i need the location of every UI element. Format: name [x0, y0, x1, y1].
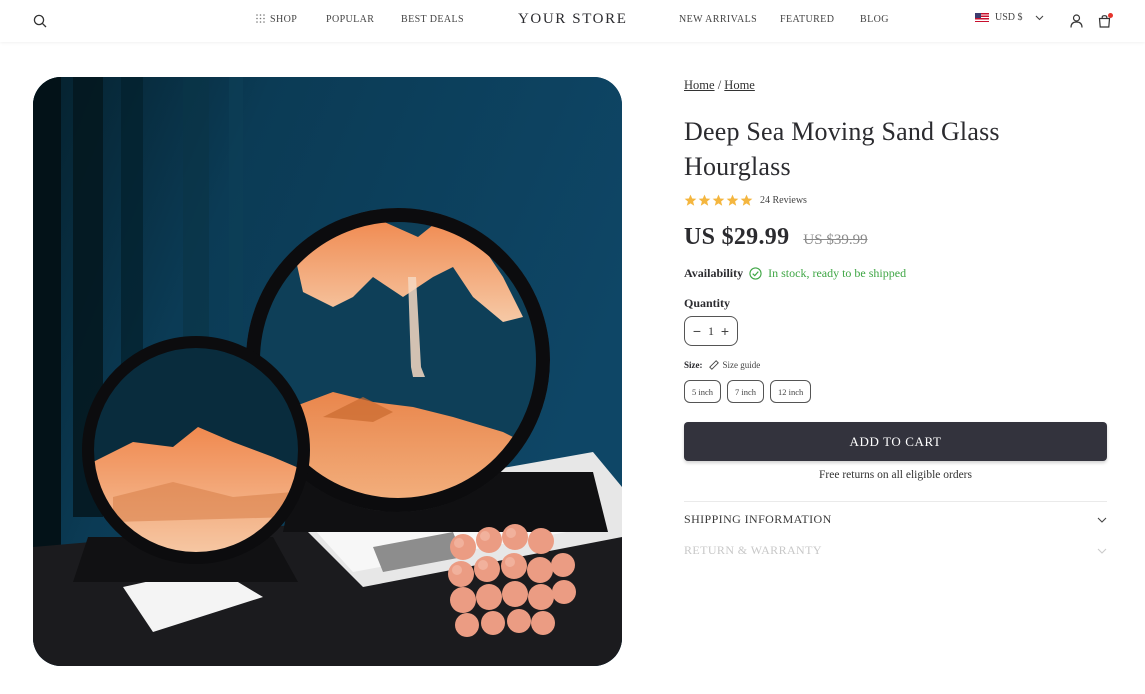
nav-blog[interactable]: BLOG: [860, 14, 889, 25]
star-icon: [684, 194, 697, 206]
reviews-link[interactable]: 24 Reviews: [760, 195, 807, 206]
star-icon: [740, 194, 753, 206]
divider: [684, 501, 1107, 502]
accordion-shipping-label: SHIPPING INFORMATION: [684, 512, 832, 526]
currency-selector[interactable]: USD $: [975, 12, 1044, 23]
size-guide-link[interactable]: Size guide: [708, 360, 761, 370]
ruler-icon: [708, 360, 719, 370]
breadcrumb: Home / Home: [684, 78, 755, 93]
nav-best-deals[interactable]: BEST DEALS: [401, 14, 464, 25]
product-image[interactable]: [33, 77, 622, 666]
add-to-cart-button[interactable]: ADD TO CART: [684, 422, 1107, 461]
nav-popular[interactable]: POPULAR: [326, 14, 374, 25]
chevron-down-icon: [1097, 548, 1107, 554]
site-header: SHOP POPULAR BEST DEALS YOUR STORE NEW A…: [0, 0, 1145, 42]
size-option-12-inch[interactable]: 12 inch: [770, 380, 812, 403]
store-logo[interactable]: YOUR STORE: [518, 11, 628, 28]
product-title: Deep Sea Moving Sand Glass Hourglass: [684, 117, 1000, 181]
chevron-down-icon: [1035, 15, 1043, 20]
cart-badge: [1108, 13, 1113, 18]
availability-label: Availability: [684, 266, 744, 280]
breadcrumb-current[interactable]: Home: [724, 78, 755, 92]
accordion-shipping[interactable]: SHIPPING INFORMATION: [684, 512, 1107, 527]
nav-featured[interactable]: FEATURED: [780, 14, 834, 25]
size-options: 5 inch 7 inch 12 inch: [684, 380, 812, 403]
check-circle-icon: [749, 267, 762, 280]
size-option-5-inch[interactable]: 5 inch: [684, 380, 722, 403]
nav-new-arrivals[interactable]: NEW ARRIVALS: [679, 14, 757, 25]
availability: Availability In stock, ready to be shipp…: [684, 266, 906, 281]
user-icon[interactable]: [1066, 11, 1086, 31]
quantity-increase-button[interactable]: +: [719, 324, 731, 338]
quantity-stepper: − +: [684, 316, 738, 346]
currency-label: USD $: [995, 12, 1023, 23]
nav-shop[interactable]: SHOP: [256, 14, 297, 25]
nav-shop-label: SHOP: [270, 14, 298, 25]
price-row: US $29.99 US $39.99: [684, 224, 868, 251]
size-label: Size:: [684, 360, 703, 370]
breadcrumb-separator: /: [717, 78, 722, 92]
rating-stars: [684, 194, 753, 207]
compare-price: US $39.99: [803, 232, 868, 248]
product-rating: 24 Reviews: [684, 194, 807, 207]
availability-status: In stock, ready to be shipped: [768, 266, 907, 280]
sale-price: US $29.99: [684, 224, 790, 250]
star-icon: [712, 194, 725, 206]
size-option-7-inch[interactable]: 7 inch: [727, 380, 765, 403]
free-returns-note: Free returns on all eligible orders: [819, 469, 972, 481]
accordion-return-warranty[interactable]: RETURN & WARRANTY: [684, 543, 1107, 558]
chevron-down-icon: [1097, 517, 1107, 523]
search-icon[interactable]: [30, 11, 50, 31]
quantity-input[interactable]: [705, 323, 717, 339]
shopping-bag-icon[interactable]: [1094, 11, 1114, 31]
breadcrumb-home[interactable]: Home: [684, 78, 715, 92]
grid-icon: [256, 14, 265, 23]
star-icon: [698, 194, 711, 206]
us-flag-icon: [975, 13, 989, 22]
size-header: Size: Size guide: [684, 360, 760, 370]
accordion-return-label: RETURN & WARRANTY: [684, 543, 822, 557]
star-icon: [726, 194, 739, 206]
size-guide-label: Size guide: [722, 360, 761, 370]
quantity-decrease-button[interactable]: −: [691, 324, 703, 338]
quantity-label: Quantity: [684, 296, 731, 310]
